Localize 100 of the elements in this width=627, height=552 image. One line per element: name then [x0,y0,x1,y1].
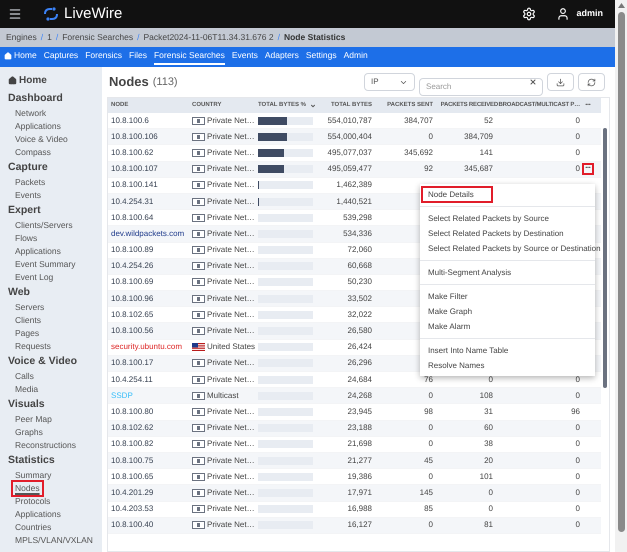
unknown-flag-icon [192,408,205,416]
nav-tab[interactable]: Settings [306,49,337,65]
country-cell: United States [207,341,256,354]
sidebar-item[interactable]: Clients/Servers [13,219,75,232]
menu-item[interactable]: Select Related Packets by Source [423,212,554,225]
total-bytes-cell: 539,298 [343,212,372,222]
sidebar-item[interactable]: Requests [13,340,53,353]
nav-tab[interactable]: Events [232,49,258,65]
country-cell: Private Net… [207,406,255,418]
unknown-flag-icon [192,456,205,465]
packets-received-cell: 384,709 [464,132,493,141]
clear-icon[interactable] [529,78,537,86]
sidebar-item[interactable]: Event Log [13,271,56,284]
packets-sent-cell: 0 [428,439,433,448]
breadcrumb-link[interactable]: Forensic Searches [62,31,134,44]
sidebar-item[interactable]: Pages [13,327,42,340]
table-row[interactable]: 10.8.100.75 Private Net… 21,277 45 20 0 [108,452,601,470]
unknown-flag-icon [192,392,205,400]
total-bytes-cell: 554,010,787 [328,116,372,125]
sidebar-heading: Visuals [8,397,46,411]
sidebar-item[interactable]: Flows [13,232,40,245]
nav-tab[interactable]: Forensics [85,49,122,65]
table-row[interactable]: 10.8.100.40 Private Net… 16,127 0 81 0 [108,518,601,534]
sidebar-item[interactable]: Voice & Video [13,133,70,146]
packets-received-cell: 81 [484,520,493,530]
nav-tab[interactable]: Home [4,49,37,65]
node-cell: 10.8.100.89 [111,245,154,254]
sidebar-item[interactable]: Media [13,383,40,396]
node-cell: 10.8.100.106 [111,132,158,141]
node-cell: 10.4.201.29 [111,488,154,497]
packets-received-cell: 0 [488,488,493,497]
sidebar-item[interactable]: Event Summary [13,258,78,271]
sidebar-item[interactable]: Clients [13,314,43,327]
sidebar-item[interactable]: MPLS/VLAN/VXLAN [13,534,95,547]
country-cell: Private Net… [207,244,255,256]
node-cell: SSDP [111,390,133,400]
sidebar-home-link[interactable]: Home [8,73,47,88]
sidebar-item[interactable]: Protocols [13,495,52,508]
breadcrumb-link[interactable]: 1 [47,31,52,44]
sidebar-item[interactable]: Applications [13,508,63,521]
node-cell: 10.8.100.80 [111,406,154,416]
table-row[interactable]: SSDP Multicast 24,268 0 108 0 [108,388,601,404]
node-cell: 10.8.100.82 [111,439,154,448]
total-bytes-cell: 24,268 [348,390,372,400]
country-cell: Private Net… [207,422,255,434]
sidebar-item[interactable]: Peer Map [13,413,54,426]
table-row[interactable]: 10.4.203.53 Private Net… 16,988 85 0 0 [108,502,601,518]
node-cell: 10.8.102.62 [111,423,154,432]
sidebar-item[interactable]: Countries [13,521,54,534]
nav-tab[interactable]: Captures [44,49,78,65]
sidebar-item[interactable]: Calls [13,370,36,383]
sidebar-item[interactable]: Packets [13,176,48,189]
sidebar-item[interactable]: Reconstructions [13,439,78,452]
sidebar-heading: Expert [8,203,42,217]
search-field[interactable]: Search [419,78,543,96]
country-cell: Private Net… [207,292,255,305]
filter-dropdown[interactable]: IP [364,73,415,91]
nav-tab[interactable]: Files [129,49,147,65]
nav-tab[interactable]: Admin [344,49,368,65]
page-scrollbar[interactable] [615,0,627,552]
sidebar-item[interactable]: Summary [13,469,54,482]
total-bytes-cell: 495,059,477 [328,164,372,174]
settings-button[interactable] [522,7,536,21]
menu-button[interactable] [8,7,22,21]
unknown-flag-icon [192,198,205,206]
sidebar-item[interactable]: Graphs [13,426,45,439]
download-button[interactable] [547,73,574,91]
menu-item[interactable]: Select Related Packets by Destination [423,227,569,240]
total-bytes-cell: 23,945 [348,406,372,416]
sidebar-item[interactable]: Network [13,107,48,120]
table-row[interactable]: 10.4.201.29 Private Net… 17,971 145 0 0 [108,485,601,502]
table-row[interactable]: 10.8.102.62 Private Net… 23,188 0 60 0 [108,420,601,437]
sidebar-item[interactable]: Applications [13,120,63,133]
user-menu-button[interactable]: admin [556,7,603,21]
breadcrumb-link[interactable]: Engines [6,31,37,44]
menu-item[interactable]: Resolve Names [423,359,490,372]
scroll-up-icon[interactable] [618,3,624,8]
sidebar-item[interactable]: Nodes [13,482,42,495]
sidebar-item[interactable]: Events [13,189,43,202]
sidebar-item[interactable]: Applications [13,245,63,258]
unknown-flag-icon [192,294,205,303]
menu-item[interactable]: Make Filter [423,290,473,303]
menu-item[interactable]: Make Graph [423,305,478,318]
table-row[interactable]: 10.8.100.106 Private Net… 554,000,404 0 384,709 0 [108,129,601,146]
sidebar-item[interactable]: Servers [13,301,46,314]
unknown-flag-icon [192,424,205,432]
refresh-button[interactable] [578,73,605,91]
country-cell: Private Net… [207,470,255,483]
broadcast-cell: 0 [576,116,580,125]
unknown-flag-icon [192,488,205,497]
country-cell: Private Net… [207,454,255,467]
packets-received-cell: 20 [484,456,493,465]
nav-tab[interactable]: Adapters [264,49,299,65]
unknown-flag-icon [192,327,205,336]
node-cell: 10.8.100.69 [111,277,154,286]
nav-tab[interactable]: Forensic Searches [154,49,225,65]
sidebar-item[interactable]: Compass [13,146,53,159]
menu-item[interactable]: Insert Into Name Table [423,344,514,357]
breadcrumb-link[interactable]: Packet2024-11-06T11.34.31.676 2 [143,31,274,44]
home-icon [8,76,17,85]
